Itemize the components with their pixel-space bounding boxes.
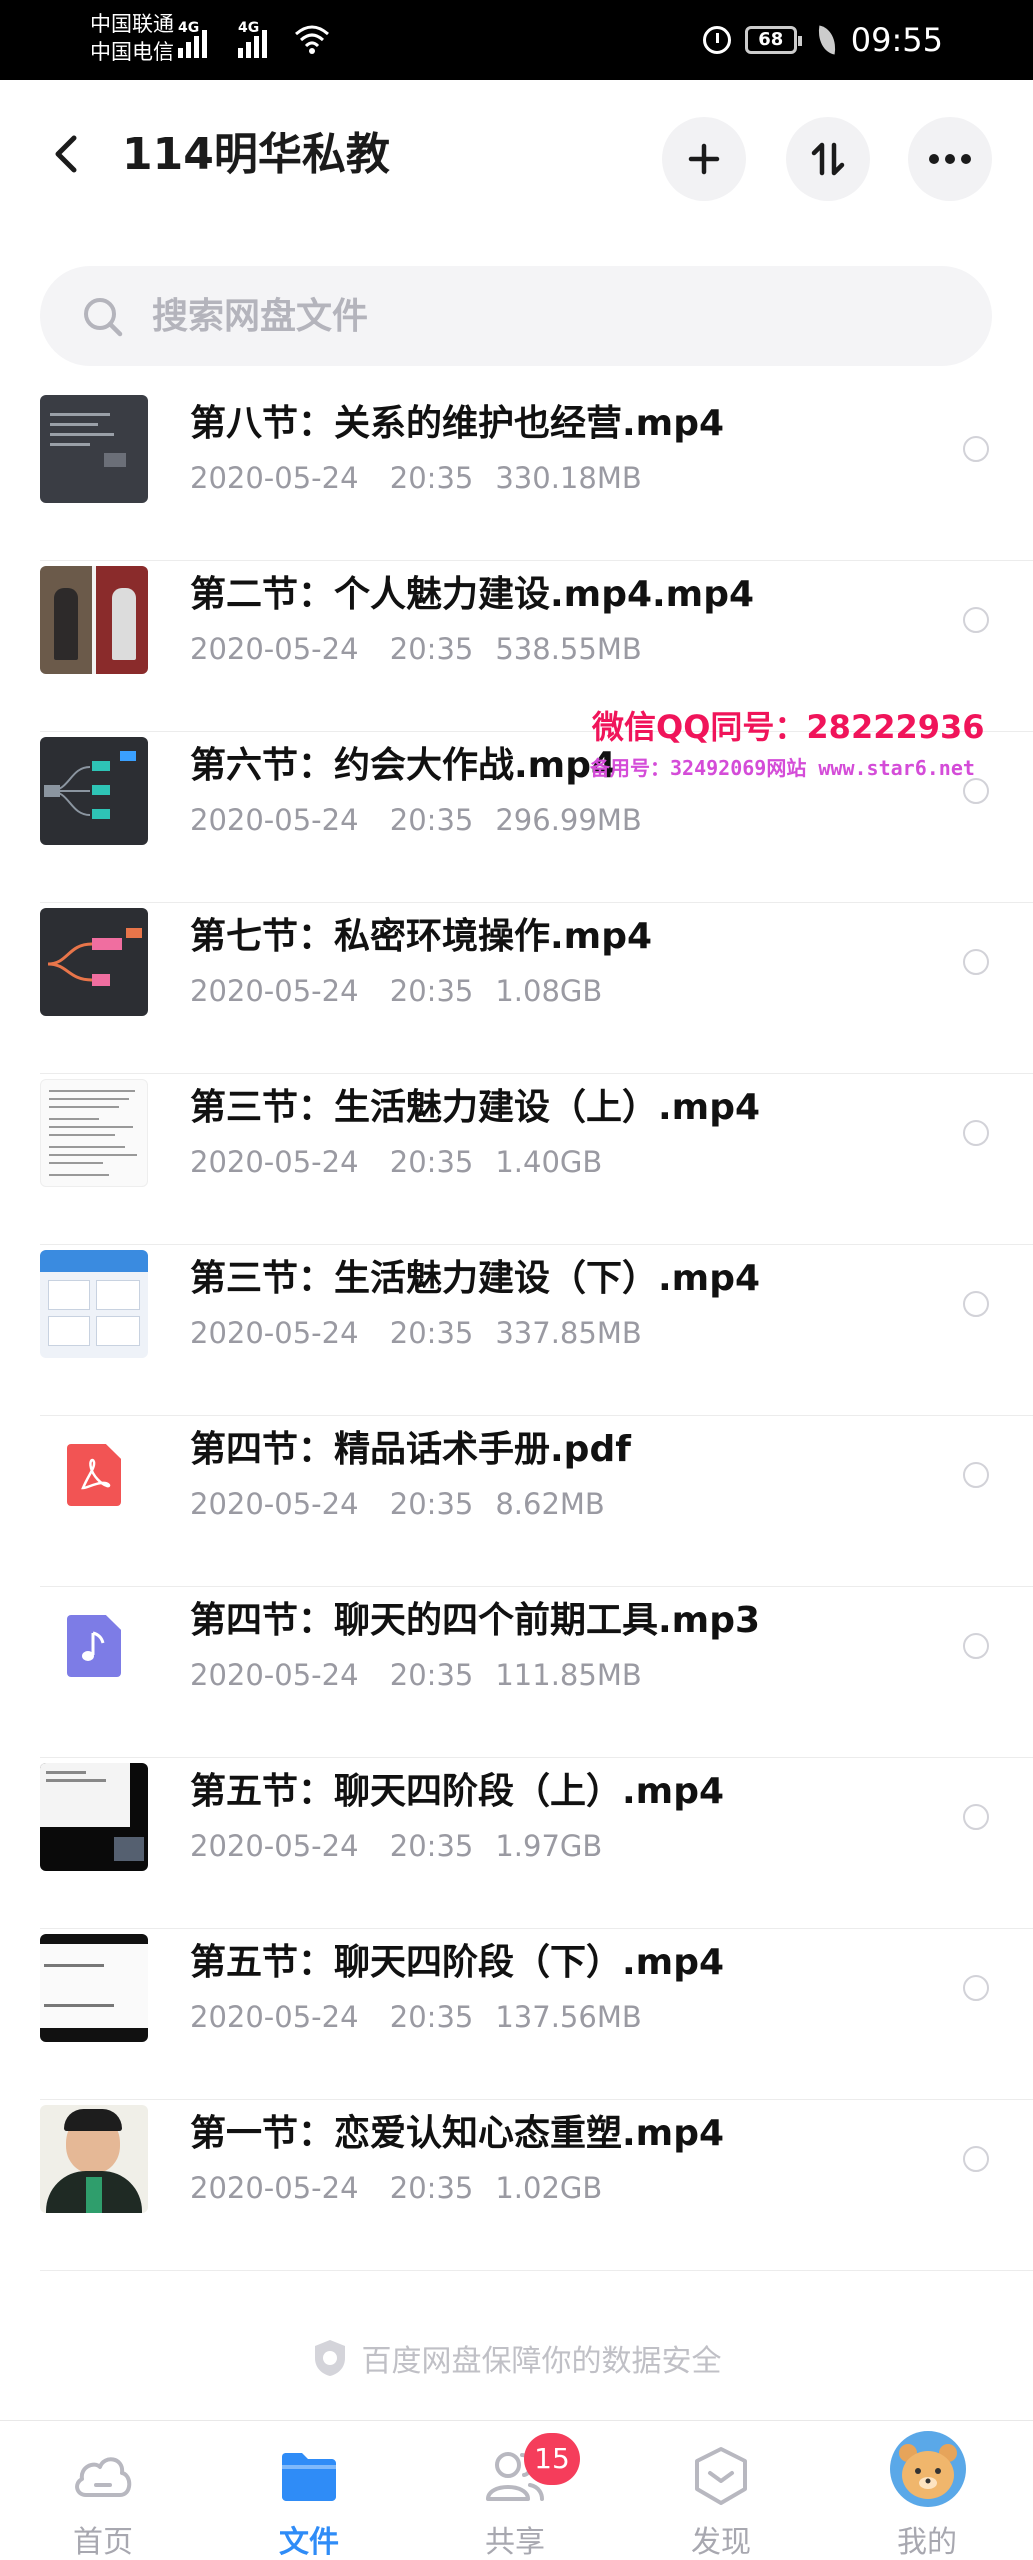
watermark-text: 微信QQ同号：28222936 (592, 708, 985, 746)
music-icon (40, 1592, 148, 1700)
file-meta: 2020-05-24 20:35 111.85MB (190, 1658, 642, 1692)
avatar (890, 2431, 966, 2507)
search-input[interactable] (152, 290, 932, 342)
shield-icon (314, 2340, 345, 2376)
carrier-info: 中国联通 中国电信 (90, 10, 174, 66)
file-name: 第二节：个人魅力建设.mp4.mp4 (190, 574, 755, 615)
file-name: 第一节：恋爱认知心态重塑.mp4 (190, 2113, 725, 2154)
tab-label: 发现 (691, 2525, 751, 2560)
file-meta: 2020-05-24 20:35 1.08GB (190, 974, 603, 1008)
tab-me[interactable]: 我的 (824, 2421, 1030, 2560)
select-checkbox[interactable] (963, 607, 989, 633)
list-item[interactable]: 第五节：聊天四阶段（上）.mp4 2020-05-24 20:35 1.97GB (0, 1758, 1033, 1929)
cloud-icon (75, 2457, 132, 2497)
power-saving-icon (814, 25, 839, 55)
tab-label: 文件 (279, 2525, 339, 2560)
pdf-icon (40, 1421, 148, 1529)
more-icon (929, 154, 971, 164)
file-name: 第七节：私密环境操作.mp4 (190, 916, 653, 957)
video-thumbnail (40, 566, 148, 674)
back-icon[interactable] (44, 130, 92, 178)
search-icon (84, 298, 123, 337)
file-name: 第五节：聊天四阶段（上）.mp4 (190, 1771, 725, 1812)
list-item[interactable]: 第七节：私密环境操作.mp4 2020-05-24 20:35 1.08GB (0, 903, 1033, 1074)
video-thumbnail (40, 395, 148, 503)
list-item[interactable]: 第一节：恋爱认知心态重塑.mp4 2020-05-24 20:35 1.02GB (0, 2100, 1033, 2271)
wifi-icon (295, 25, 329, 54)
notification-badge: 15 (524, 2433, 580, 2485)
file-meta: 2020-05-24 20:35 8.62MB (190, 1487, 605, 1521)
folder-icon (282, 2453, 336, 2501)
page-title: 114明华私教 (122, 129, 390, 180)
tab-discover[interactable]: 发现 (618, 2421, 824, 2560)
security-notice: 百度网盘保障你的数据安全 (0, 2330, 1033, 2386)
tab-bar: 首页 文件 15 共享 发现 我的 (0, 2420, 1033, 2560)
select-checkbox[interactable] (963, 949, 989, 975)
add-button[interactable] (662, 117, 746, 201)
carrier-2: 中国电信 (90, 40, 174, 64)
file-meta: 2020-05-24 20:35 1.40GB (190, 1145, 603, 1179)
file-name: 第三节：生活魅力建设（上）.mp4 (190, 1087, 761, 1128)
battery-icon: 68 (744, 26, 802, 54)
video-thumbnail (40, 1934, 148, 2042)
select-checkbox[interactable] (963, 2146, 989, 2172)
select-checkbox[interactable] (963, 1975, 989, 2001)
carrier-1: 中国联通 (90, 12, 174, 36)
tab-share[interactable]: 15 共享 (412, 2421, 618, 2560)
select-checkbox[interactable] (963, 1462, 989, 1488)
select-checkbox[interactable] (963, 1120, 989, 1146)
select-checkbox[interactable] (963, 1633, 989, 1659)
file-name: 第四节：精品话术手册.pdf (190, 1429, 631, 1470)
list-item[interactable]: 第五节：聊天四阶段（下）.mp4 2020-05-24 20:35 137.56M… (0, 1929, 1033, 2100)
list-item[interactable]: 第四节：精品话术手册.pdf 2020-05-24 20:35 8.62MB (0, 1416, 1033, 1587)
search-bar[interactable] (40, 266, 992, 366)
video-thumbnail (40, 908, 148, 1016)
sort-button[interactable] (786, 117, 870, 201)
select-checkbox[interactable] (963, 778, 989, 804)
file-meta: 2020-05-24 20:35 538.55MB (190, 632, 642, 666)
video-thumbnail (40, 1079, 148, 1187)
list-item[interactable]: 第三节：生活魅力建设（下）.mp4 2020-05-24 20:35 337.85… (0, 1245, 1033, 1416)
file-meta: 2020-05-24 20:35 337.85MB (190, 1316, 642, 1350)
select-checkbox[interactable] (963, 1291, 989, 1317)
tab-home[interactable]: 首页 (0, 2421, 206, 2560)
discover-icon (695, 2447, 747, 2505)
file-meta: 2020-05-24 20:35 137.56MB (190, 2000, 642, 2034)
video-thumbnail (40, 2105, 148, 2213)
video-thumbnail (40, 1250, 148, 1358)
file-name: 第六节：约会大作战.mp4 (190, 745, 617, 786)
watermark-text: 备用号：32492069网站 www.star6.net (590, 756, 975, 780)
tab-label: 我的 (897, 2525, 957, 2560)
file-list: 第八节：关系的维护也经营.mp4 2020-05-24 20:35 330.18M… (0, 390, 1033, 2271)
alarm-icon (702, 26, 731, 54)
file-meta: 2020-05-24 20:35 1.97GB (190, 1829, 603, 1863)
clock: 09:55 (850, 21, 943, 59)
tab-label: 首页 (73, 2525, 133, 2560)
video-thumbnail (40, 1763, 148, 1871)
list-item[interactable]: 第四节：聊天的四个前期工具.mp3 2020-05-24 20:35 111.85… (0, 1587, 1033, 1758)
more-button[interactable] (908, 117, 992, 201)
file-name: 第八节：关系的维护也经营.mp4 (190, 403, 725, 444)
status-bar: 中国联通 中国电信 4G 4G 68 09:55 (0, 0, 1033, 80)
file-name: 第五节：聊天四阶段（下）.mp4 (190, 1942, 725, 1983)
file-name: 第四节：聊天的四个前期工具.mp3 (190, 1600, 761, 1641)
plus-icon (688, 143, 720, 175)
select-checkbox[interactable] (963, 436, 989, 462)
signal-icon: 4G (178, 20, 207, 58)
file-meta: 2020-05-24 20:35 1.02GB (190, 2171, 603, 2205)
header: 114明华私教 (0, 80, 1033, 230)
tab-files[interactable]: 文件 (206, 2421, 412, 2560)
video-thumbnail (40, 737, 148, 845)
sort-icon (811, 142, 845, 176)
security-notice-text: 百度网盘保障你的数据安全 (361, 2344, 722, 2379)
select-checkbox[interactable] (963, 1804, 989, 1830)
list-item[interactable]: 第八节：关系的维护也经营.mp4 2020-05-24 20:35 330.18M… (0, 390, 1033, 561)
tab-label: 共享 (485, 2525, 545, 2560)
file-meta: 2020-05-24 20:35 330.18MB (190, 461, 642, 495)
file-meta: 2020-05-24 20:35 296.99MB (190, 803, 642, 837)
signal-icon: 4G (238, 20, 267, 58)
file-name: 第三节：生活魅力建设（下）.mp4 (190, 1258, 761, 1299)
list-item[interactable]: 第三节：生活魅力建设（上）.mp4 2020-05-24 20:35 1.40GB (0, 1074, 1033, 1245)
